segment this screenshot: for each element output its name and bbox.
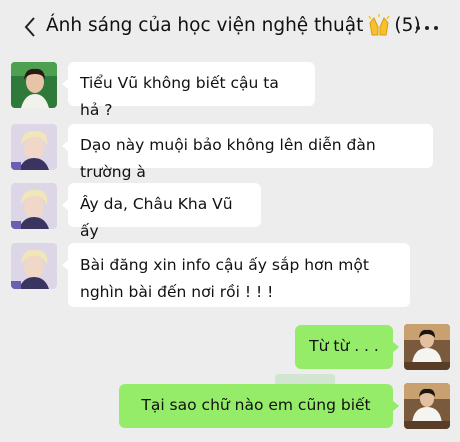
- message-text: Bài đăng xin info cậu ấy sắp hơn một ngh…: [80, 256, 369, 301]
- chat-header: Ánh sáng của học viện nghệ thuật (5): [0, 0, 460, 54]
- avatar[interactable]: [11, 124, 57, 170]
- avatar[interactable]: [404, 324, 450, 370]
- more-button[interactable]: [416, 26, 438, 30]
- raising-hands-emoji-icon: [366, 13, 392, 37]
- message-bubble[interactable]: Ây da, Châu Kha Vũ ấy: [62, 183, 261, 240]
- chat-title-text: Ánh sáng của học viện nghệ thuật: [46, 14, 364, 36]
- message-text: Tại sao chữ nào em cũng biết: [141, 396, 371, 414]
- message-text: Ây da, Châu Kha Vũ ấy: [80, 195, 233, 240]
- message-bubble[interactable]: Từ từ . . .: [295, 325, 399, 369]
- message-bubble[interactable]: Bài đăng xin info cậu ấy sắp hơn một ngh…: [62, 243, 410, 307]
- message-text: Dạo này muội bảo không lên diễn đàn trườ…: [80, 136, 376, 181]
- chevron-left-icon: [24, 17, 35, 37]
- message-bubble[interactable]: Tiểu Vũ không biết cậu ta hả ?: [62, 62, 315, 119]
- more-dots-icon: [416, 26, 438, 30]
- avatar[interactable]: [11, 183, 57, 229]
- message-bubble[interactable]: Dạo này muội bảo không lên diễn đàn trườ…: [62, 124, 433, 181]
- message-text: Tiểu Vũ không biết cậu ta hả ?: [80, 74, 279, 119]
- avatar[interactable]: [11, 62, 57, 108]
- back-button[interactable]: [18, 14, 42, 40]
- avatar[interactable]: [404, 383, 450, 429]
- avatar[interactable]: [11, 243, 57, 289]
- chat-title: Ánh sáng của học viện nghệ thuật (5): [46, 13, 421, 37]
- message-text: Từ từ . . .: [309, 337, 379, 355]
- message-bubble[interactable]: Tại sao chữ nào em cũng biết: [119, 384, 399, 428]
- member-count: (5): [394, 14, 421, 36]
